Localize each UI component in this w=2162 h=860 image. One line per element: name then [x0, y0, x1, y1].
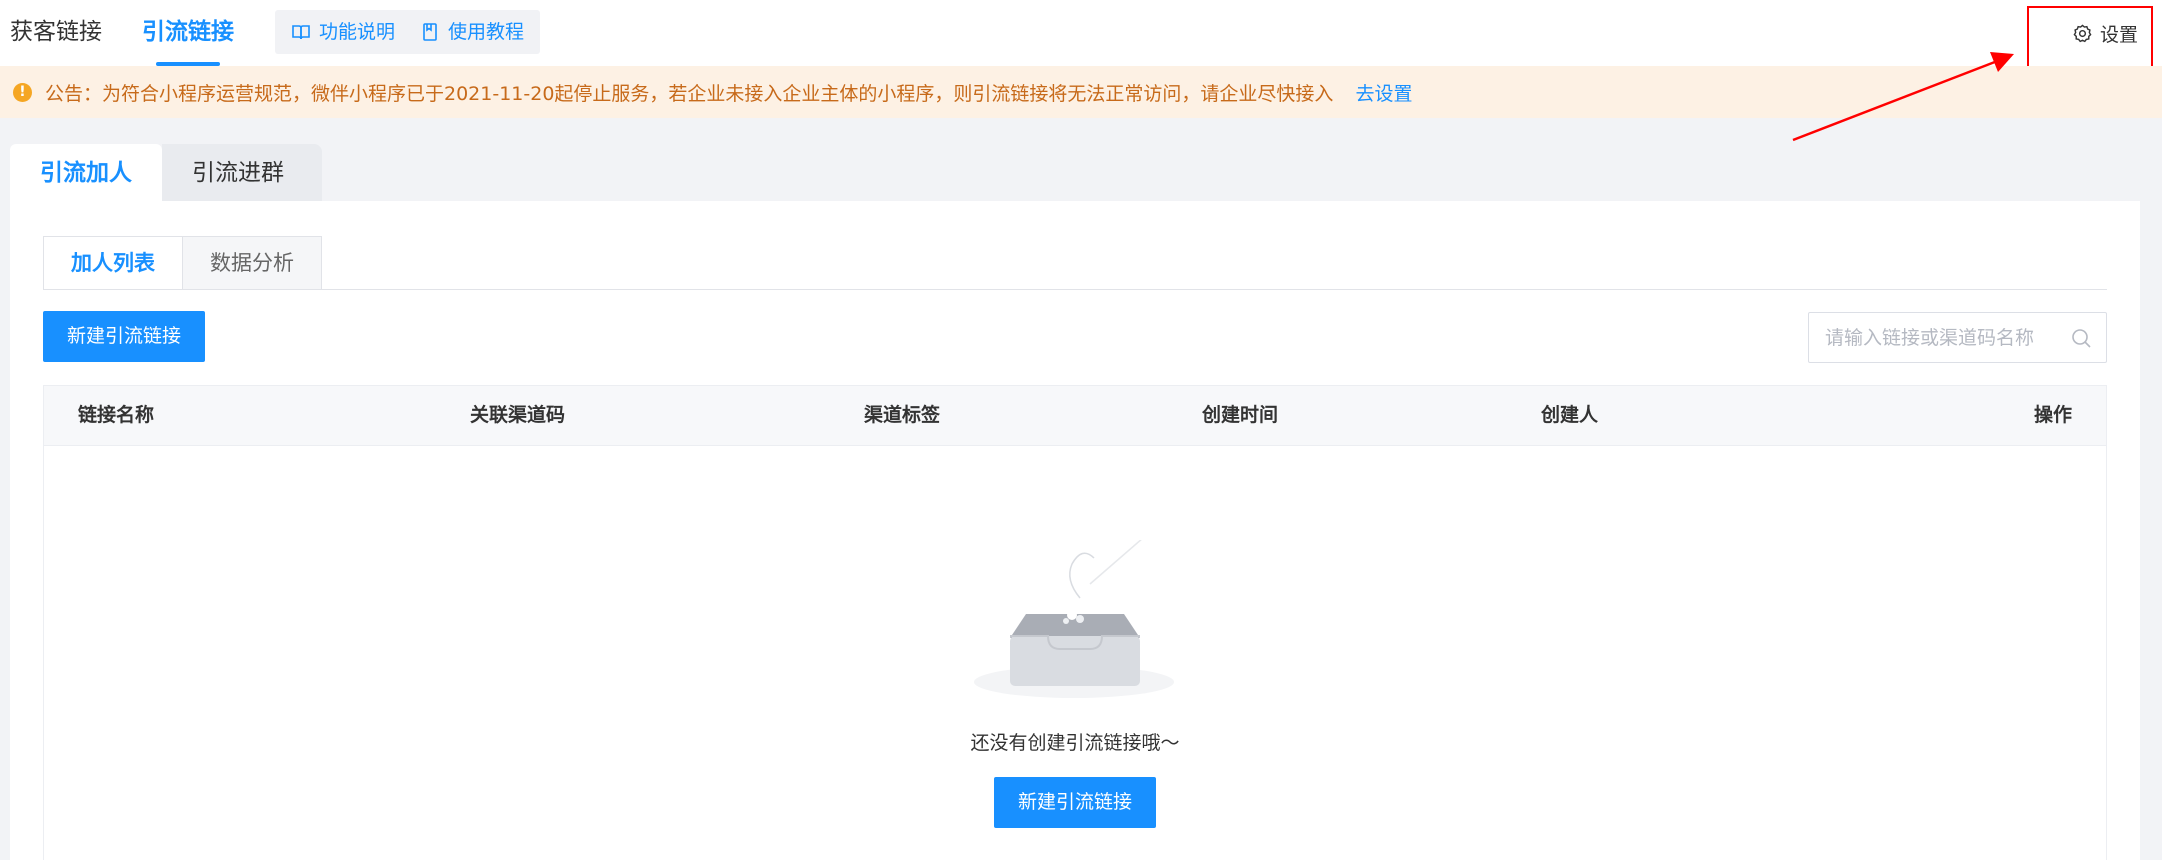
tab-customer-link[interactable]: 获客链接: [10, 0, 102, 66]
tab-traffic-add-person[interactable]: 引流加人: [10, 144, 162, 202]
go-settings-link[interactable]: 去设置: [1355, 79, 1412, 106]
book-icon: [292, 25, 310, 40]
tab-traffic-join-group[interactable]: 引流进群: [162, 144, 322, 202]
sub-tab-divider: [43, 289, 2107, 290]
help-links: 功能说明 使用教程: [275, 10, 540, 54]
empty-new-traffic-link-button[interactable]: 新建引流链接: [994, 777, 1156, 828]
tab-add-person-list[interactable]: 加人列表: [43, 236, 183, 290]
feature-description-link[interactable]: 功能说明: [291, 10, 395, 54]
column-created-time: 创建时间: [1202, 404, 1279, 426]
column-channel-tag: 渠道标签: [864, 404, 941, 426]
search-box: [1808, 312, 2107, 363]
table-header: 链接名称 关联渠道码 渠道标签 创建时间 创建人 操作: [43, 385, 2107, 446]
top-nav: 获客链接 引流链接 功能说明 使用教程 设置: [0, 0, 2162, 66]
notice-bar: ! 公告：为符合小程序运营规范，微伴小程序已于2021-11-20起停止服务，若…: [0, 66, 2162, 118]
tutorial-link[interactable]: 使用教程: [420, 10, 524, 54]
tab-data-analysis[interactable]: 数据分析: [182, 236, 322, 290]
column-creator: 创建人: [1541, 404, 1599, 426]
search-input[interactable]: [1825, 321, 2070, 355]
column-channel-code: 关联渠道码: [470, 404, 566, 426]
search-icon[interactable]: [2070, 327, 2092, 349]
empty-state-message: 还没有创建引流链接哦～: [970, 732, 1180, 754]
warning-icon: !: [13, 82, 32, 102]
feature-description-label: 功能说明: [319, 21, 396, 43]
new-traffic-link-button[interactable]: 新建引流链接: [43, 311, 205, 362]
tutorial-label: 使用教程: [448, 21, 525, 43]
tab-traffic-link[interactable]: 引流链接: [142, 0, 234, 66]
column-actions: 操作: [2033, 404, 2072, 426]
notice-text: 公告：为符合小程序运营规范，微伴小程序已于2021-11-20起停止服务，若企业…: [45, 82, 1334, 105]
document-icon: [423, 23, 437, 41]
empty-box-icon: [974, 540, 1174, 698]
column-link-name: 链接名称: [78, 404, 155, 426]
